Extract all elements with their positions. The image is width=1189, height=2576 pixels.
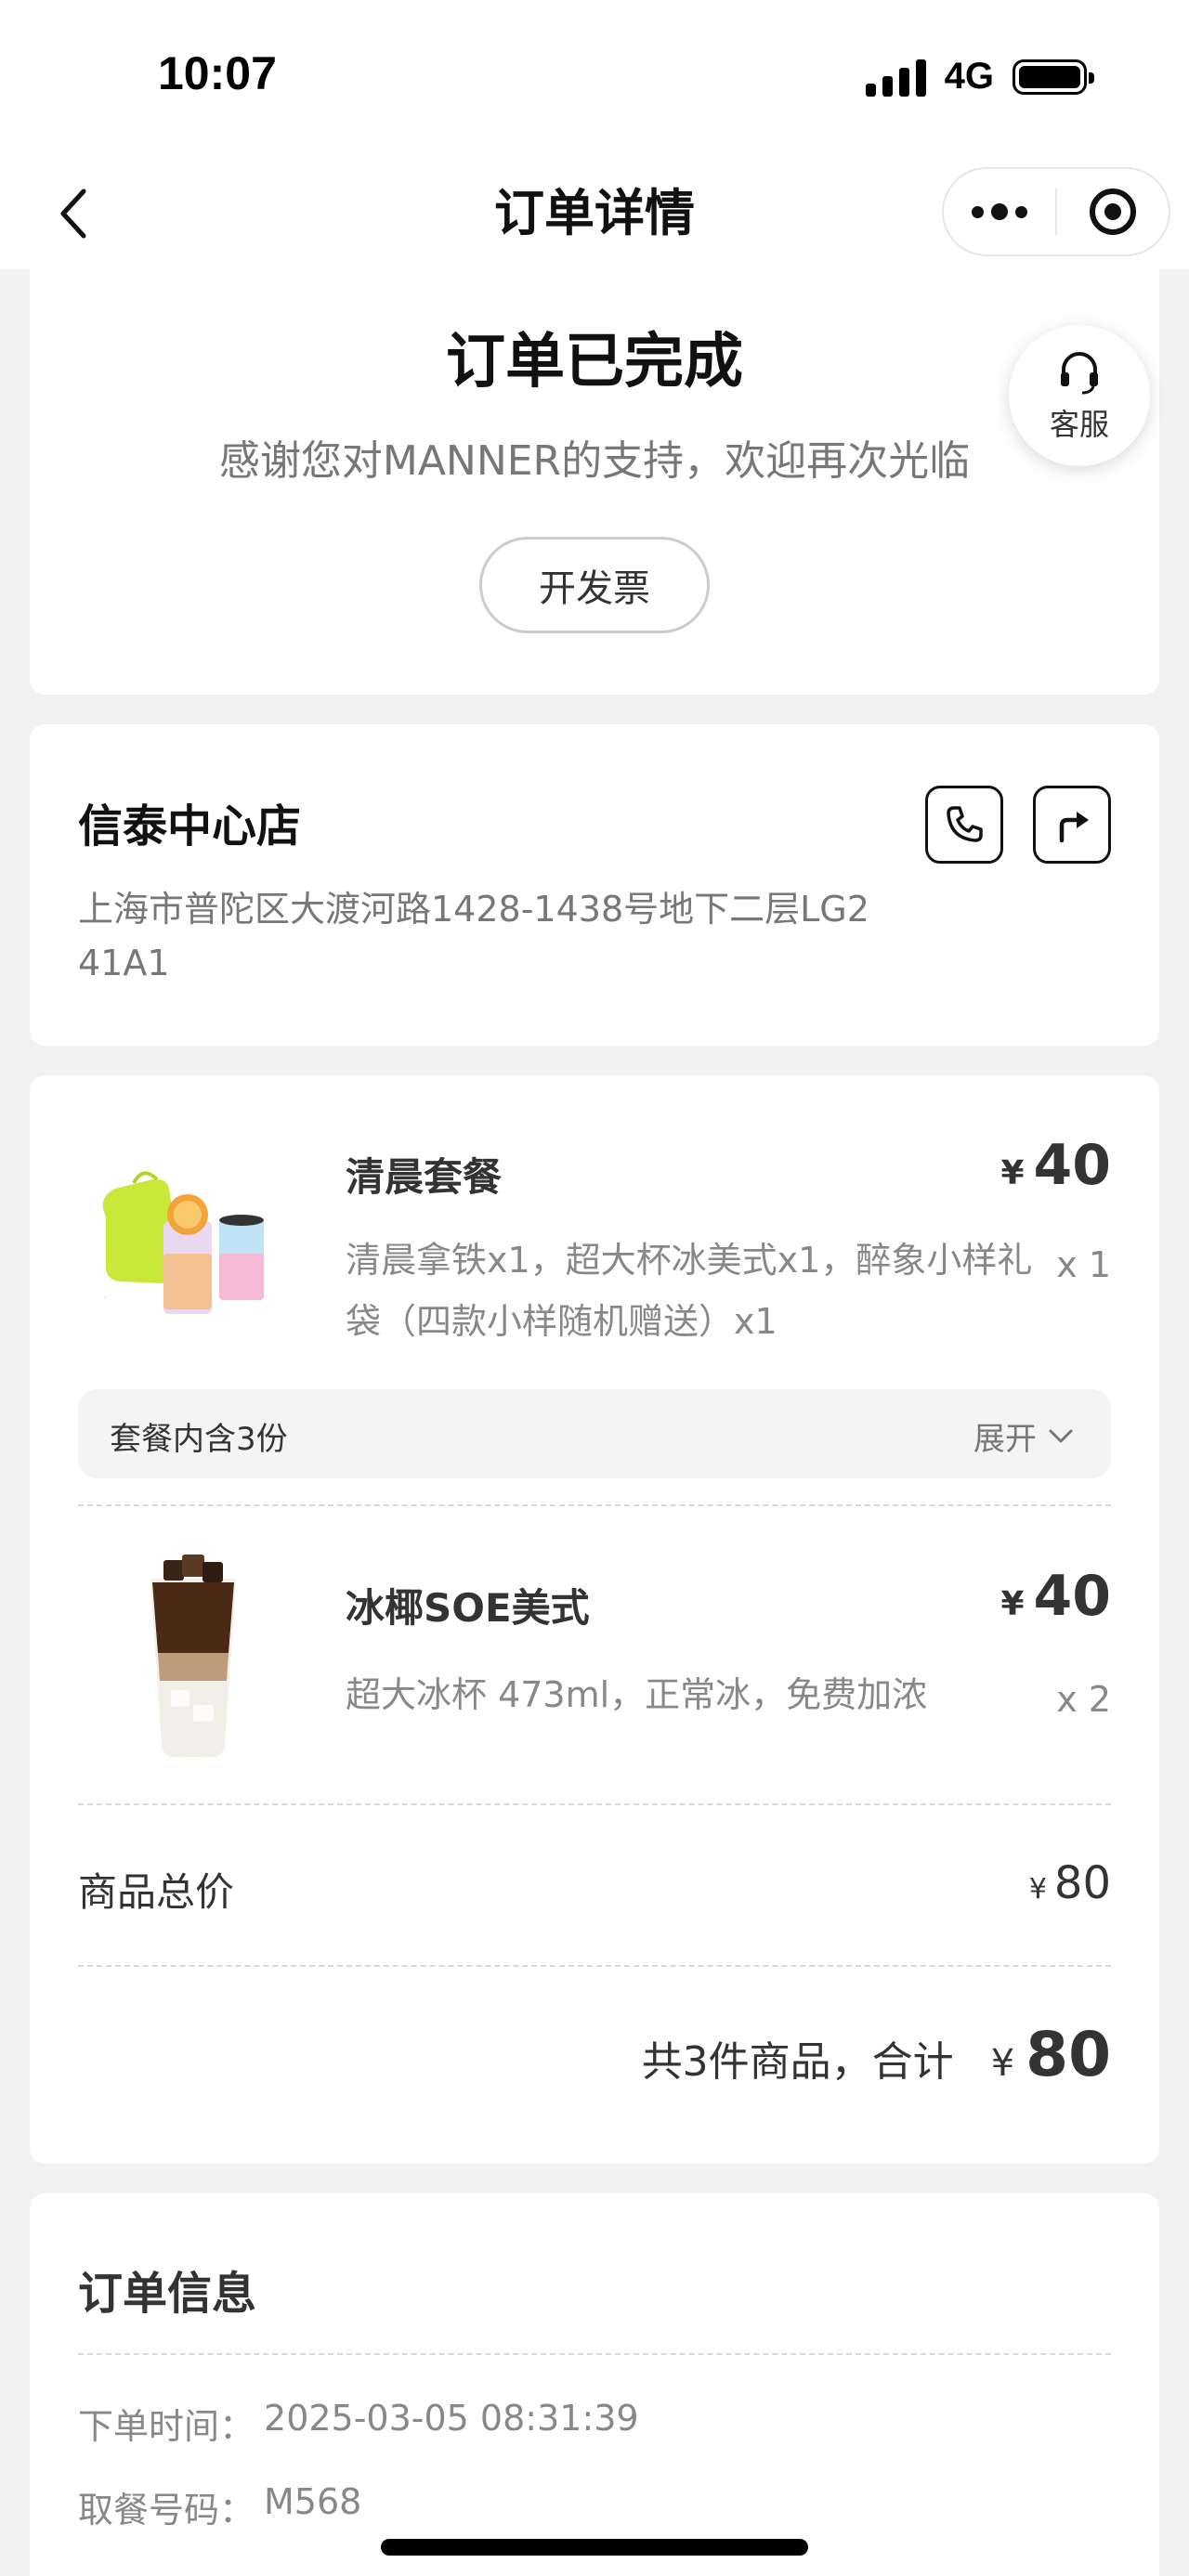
- item-description: 超大冰杯 473ml，正常冰，免费加浓: [346, 1674, 928, 1715]
- pickup-number-label: 取餐号码：: [78, 2490, 255, 2530]
- item-price: ¥ 40: [1000, 1133, 1111, 1198]
- divider: [78, 1504, 1111, 1506]
- item-name: 冰椰SOE美式: [346, 1585, 590, 1631]
- pickup-number-value: M568: [264, 2481, 362, 2522]
- currency-symbol: ¥: [990, 2042, 1015, 2085]
- item-name: 清晨套餐: [346, 1154, 503, 1200]
- subtotal-amount: 80: [1053, 1857, 1111, 1909]
- expand-toggle[interactable]: 展开: [973, 1413, 1074, 1459]
- order-items-card: · 清晨套餐 ¥ 40 清晨拿铁x1，超大杯冰美式x1，醉象小样礼袋（四款小样随…: [30, 1075, 1159, 2164]
- item-description: 清晨拿铁x1，超大杯冰美式x1，醉象小样礼袋（四款小样随机赠送）x1: [346, 1240, 1033, 1342]
- customer-service-button[interactable]: 客服: [1009, 325, 1150, 466]
- item-price: ¥ 40: [1000, 1564, 1111, 1629]
- divider: [78, 1803, 1111, 1805]
- svg-text:·: ·: [104, 1294, 107, 1302]
- currency-symbol: ¥: [1028, 1873, 1047, 1906]
- subtotal-value: ¥ 80: [1029, 1857, 1111, 1909]
- customer-service-label: 客服: [1049, 407, 1109, 442]
- set-contents-bar[interactable]: 套餐内含3份 展开: [78, 1389, 1111, 1478]
- status-indicators: 4G: [865, 56, 1094, 98]
- phone-icon: [947, 806, 983, 842]
- breakfast-set-image: ·: [102, 1171, 264, 1314]
- invoice-button[interactable]: 开发票: [479, 537, 710, 633]
- total-label: 共3件商品，合计: [641, 2038, 954, 2086]
- set-contents-label: 套餐内含3份: [110, 1421, 288, 1458]
- mini-program-capsule: [942, 167, 1170, 256]
- close-mini-program-button[interactable]: [1057, 169, 1169, 254]
- chevron-down-icon: [1049, 1429, 1073, 1442]
- pickup-number-row: 取餐号码： M568: [78, 2481, 361, 2532]
- order-info-title: 订单信息: [78, 2268, 257, 2320]
- divider: [78, 2353, 1111, 2355]
- order-status-title: 订单已完成: [446, 328, 743, 397]
- home-indicator[interactable]: [381, 2539, 808, 2556]
- product-image: [78, 1542, 310, 1774]
- call-store-button[interactable]: [925, 786, 1003, 864]
- order-time-row: 下单时间： 2025-03-05 08:31:39: [78, 2398, 639, 2449]
- order-status-subtitle: 感谢您对MANNER的支持，欢迎再次光临: [218, 437, 971, 485]
- status-bar: 10:07 4G: [0, 0, 1189, 158]
- store-address: 上海市普陀区大渡河路1428-1438号地下二层LG2 41A1: [78, 889, 869, 983]
- battery-icon: [1013, 59, 1094, 95]
- price-value: 40: [1033, 1564, 1112, 1629]
- order-info-card: 订单信息 下单时间： 2025-03-05 08:31:39 取餐号码： M56…: [30, 2193, 1159, 2576]
- network-label: 4G: [944, 56, 994, 97]
- store-name: 信泰中心店: [78, 800, 302, 852]
- total-row: 共3件商品，合计 ¥ 80: [642, 2019, 1111, 2090]
- order-time-value: 2025-03-05 08:31:39: [264, 2398, 639, 2439]
- divider: [78, 1965, 1111, 1967]
- signal-icon: [865, 58, 926, 97]
- price-value: 40: [1033, 1133, 1112, 1198]
- currency-symbol: ¥: [1000, 1154, 1025, 1192]
- status-time: 10:07: [158, 47, 277, 99]
- more-menu-button[interactable]: [944, 169, 1055, 254]
- subtotal-label: 商品总价: [78, 1869, 235, 1915]
- order-status-card: 订单已完成 感谢您对MANNER的支持，欢迎再次光临 开发票: [30, 269, 1159, 695]
- directions-icon: [1059, 812, 1089, 843]
- item-quantity: x 1: [1056, 1244, 1111, 1285]
- iced-coconut-americano-image: [150, 1555, 236, 1757]
- headset-icon: [1061, 352, 1098, 395]
- nav-bar: 订单详情: [0, 158, 1189, 269]
- navigate-button[interactable]: [1033, 786, 1111, 864]
- item-quantity: x 2: [1056, 1679, 1111, 1720]
- order-time-label: 下单时间：: [78, 2406, 255, 2447]
- store-card: 信泰中心店 上海市普陀区大渡河路1428-1438号地下二层LG2 41A1: [30, 724, 1159, 1046]
- product-image: ·: [78, 1142, 310, 1374]
- expand-label: 展开: [973, 1421, 1037, 1458]
- currency-symbol: ¥: [1000, 1585, 1025, 1623]
- target-icon: [1089, 189, 1136, 235]
- total-amount: 80: [1026, 2019, 1111, 2090]
